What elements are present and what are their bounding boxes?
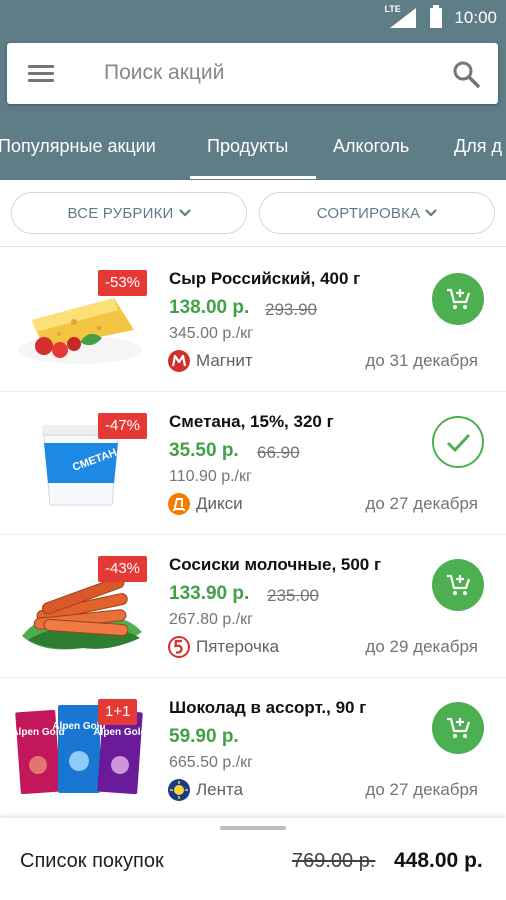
signal-icon: LTE bbox=[384, 4, 417, 28]
dixy-logo-icon bbox=[168, 493, 190, 515]
offer-expiry: до 31 декабря bbox=[365, 351, 478, 370]
offer-title: Сметана, 15%, 320 г bbox=[169, 412, 334, 431]
cart-plus-icon bbox=[447, 574, 471, 595]
offer-expiry: до 27 декабря bbox=[365, 780, 478, 799]
cart-plus-icon bbox=[447, 288, 471, 309]
add-to-cart-button[interactable] bbox=[432, 273, 484, 325]
offer-price: 133.90 р. bbox=[169, 583, 250, 604]
tab-popular[interactable]: Популярные акции bbox=[0, 136, 156, 157]
offer-expiry: до 29 декабря bbox=[365, 637, 478, 656]
battery-icon bbox=[430, 5, 443, 28]
store-name: Лента bbox=[196, 780, 244, 799]
store-name: Пятерочка bbox=[196, 637, 280, 656]
chocolate-brand-text: Alpen Gold bbox=[93, 727, 146, 738]
categories-filter-label: ВСЕ РУБРИКИ bbox=[67, 204, 174, 222]
offer-title: Сыр Российский, 400 г bbox=[169, 269, 361, 288]
add-to-cart-button[interactable] bbox=[432, 702, 484, 754]
offer-expiry: до 27 декабря bbox=[365, 494, 478, 513]
store-name: Магнит bbox=[196, 351, 253, 370]
search-input[interactable]: Поиск акций bbox=[104, 61, 224, 85]
status-bar: LTE 10:00 bbox=[0, 0, 506, 36]
shopping-list-label: Список покупок bbox=[20, 850, 164, 872]
offer-price: 35.50 р. bbox=[169, 440, 239, 461]
check-icon bbox=[446, 433, 471, 453]
menu-icon[interactable] bbox=[28, 65, 54, 83]
offer-title: Шоколад в ассорт., 90 г bbox=[169, 698, 367, 717]
pyaterochka-logo-icon bbox=[168, 636, 190, 658]
offer-card[interactable]: Alpen Gold Alpen Gold Alpen Gold 1+1 Шок… bbox=[0, 679, 506, 821]
added-to-cart-button[interactable] bbox=[432, 416, 484, 468]
discount-badge: 1+1 bbox=[98, 699, 138, 725]
magnit-logo-icon bbox=[168, 350, 190, 372]
search-icon[interactable] bbox=[451, 59, 481, 89]
clock: 10:00 bbox=[454, 8, 497, 27]
unit-price: 267.80 р./кг bbox=[169, 611, 254, 628]
discount-badge: -53% bbox=[98, 270, 148, 296]
discount-badge: -43% bbox=[98, 556, 148, 582]
tab-products[interactable]: Продукты bbox=[207, 136, 288, 157]
tab-alcohol[interactable]: Алкоголь bbox=[333, 136, 409, 157]
lenta-logo-icon bbox=[168, 779, 190, 801]
categories-filter-button[interactable]: ВСЕ РУБРИКИ bbox=[11, 192, 247, 234]
offer-price: 138.00 р. bbox=[169, 297, 250, 318]
offer-card[interactable]: -43% Сосиски молочные, 500 г 133.90 р. 2… bbox=[0, 536, 506, 678]
category-tabs: Популярные акции Продукты Алкоголь Для д bbox=[0, 116, 506, 180]
cart-plus-icon bbox=[447, 717, 471, 738]
offer-card[interactable]: -53% Сыр Российский, 400 г 138.00 р. 293… bbox=[0, 250, 506, 392]
filter-bar: ВСЕ РУБРИКИ СОРТИРОВКА bbox=[0, 180, 506, 247]
app-header: LTE 10:00 Поиск акций Популярные акции П… bbox=[0, 0, 506, 180]
offer-price: 59.90 р. bbox=[169, 726, 239, 747]
offer-title: Сосиски молочные, 500 г bbox=[169, 555, 382, 574]
chevron-down-icon bbox=[425, 209, 438, 217]
offer-card[interactable]: СМЕТАНА 15% -47% Сметана, 15%, 320 г 35.… bbox=[0, 393, 506, 535]
tab-for[interactable]: Для д bbox=[454, 136, 502, 157]
old-price: 235.00 bbox=[267, 586, 319, 605]
shopping-list-bar[interactable]: Список покупок 769.00 р. 448.00 р. bbox=[0, 818, 506, 900]
store-name: Дикси bbox=[196, 494, 243, 513]
unit-price: 345.00 р./кг bbox=[169, 325, 254, 342]
sort-button[interactable]: СОРТИРОВКА bbox=[259, 192, 495, 234]
unit-price: 110.90 р./кг bbox=[169, 468, 252, 485]
unit-price: 665.50 р./кг bbox=[169, 754, 254, 771]
discount-badge: -47% bbox=[98, 413, 148, 439]
active-tab-indicator bbox=[190, 176, 316, 179]
old-price: 293.90 bbox=[265, 300, 317, 319]
add-to-cart-button[interactable] bbox=[432, 559, 484, 611]
total-price: 448.00 р. bbox=[394, 849, 483, 872]
sort-label: СОРТИРОВКА bbox=[316, 204, 421, 222]
old-price: 66.90 bbox=[257, 443, 300, 462]
chevron-down-icon bbox=[178, 209, 191, 217]
search-bar[interactable]: Поиск акций bbox=[7, 43, 498, 104]
total-old-price: 769.00 р. bbox=[292, 850, 376, 872]
drag-handle[interactable] bbox=[220, 826, 286, 830]
